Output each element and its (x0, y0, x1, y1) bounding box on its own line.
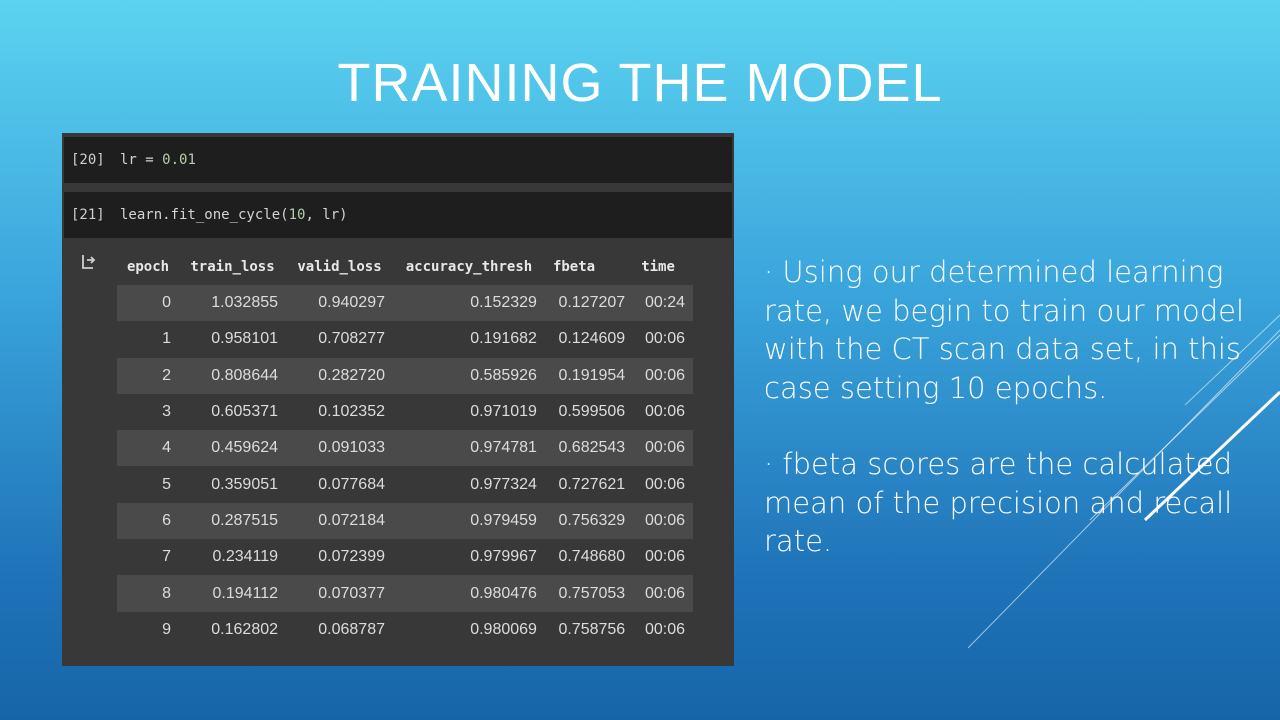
table-cell: 0.727621 (558, 475, 626, 493)
output-arrow-icon[interactable] (80, 253, 98, 271)
table-cell: 00:06 (644, 330, 685, 348)
table-cell: 0.708277 (318, 330, 385, 348)
table-cell: 00:06 (644, 403, 685, 421)
bullet-item: · fbeta scores are the calculated mean o… (764, 447, 1233, 558)
table-cell: 0.940297 (286, 285, 393, 322)
table-cell: 0.977324 (470, 475, 537, 493)
code-text: learn.fit_one_cycle( (120, 207, 289, 223)
table-cell: 9 (162, 620, 172, 638)
table-cell: 0.980069 (470, 620, 537, 638)
table-row: 3 0.605371 0.102352 0.971019 0.599506 00:06 (117, 394, 693, 430)
table-cell: 00:06 (644, 475, 685, 493)
table-row: 9 0.162802 0.068787 0.980069 0.758756 00:06 (117, 612, 693, 648)
table-cell: 8 (117, 575, 180, 612)
table-header-row: epoch train_loss valid_loss accuracy_thresh… (117, 248, 693, 285)
table-cell: 0.191954 (544, 357, 634, 394)
table-cell: 0.152329 (393, 285, 545, 322)
table-cell: 00:06 (633, 357, 693, 394)
table-row: 7 0.234119 0.072399 0.979967 0.748680 00:06 (117, 539, 693, 575)
table-cell: 0.979967 (470, 548, 537, 566)
table-cell: 00:06 (633, 575, 693, 612)
table-cell: 0.072184 (286, 502, 393, 540)
table-cell: 0.980476 (393, 575, 545, 612)
table-cell: 7 (162, 548, 172, 566)
table-cell: 6 (117, 502, 180, 540)
table-cell: 1 (162, 330, 172, 348)
table-cell: 0.748680 (558, 548, 626, 566)
table-cell: 0.757053 (544, 575, 634, 612)
table-cell: 00:24 (633, 285, 693, 322)
cell-code: lr = 0.01 (120, 137, 196, 183)
table-cell: 0.102352 (318, 403, 385, 421)
training-results-table: epoch train_loss valid_loss accuracy_thresh… (117, 248, 693, 648)
column-header: time (641, 258, 675, 275)
table-cell: 0.191682 (470, 330, 537, 348)
column-header: train_loss (190, 258, 275, 275)
notebook-screenshot: [20] lr = 0.01 [21] learn.fit_one_cycle(… (62, 133, 734, 666)
table-cell: 0.605371 (211, 403, 279, 421)
cell-prompt: [20] (71, 152, 105, 168)
code-cell-20[interactable]: [20] lr = 0.01 (64, 137, 732, 183)
column-header: epoch (126, 258, 170, 275)
table-cell: 3 (162, 403, 172, 421)
table-cell: 00:06 (644, 620, 685, 638)
table-cell: 0.974781 (393, 430, 545, 467)
table-cell: 0.682543 (544, 430, 634, 467)
table-row: 4 0.459624 0.091033 0.974781 0.682543 00:06 (117, 430, 693, 467)
table-cell: 0.068787 (318, 620, 385, 638)
table-cell: 4 (117, 430, 180, 467)
table-row: 0 1.032855 0.940297 0.152329 0.127207 00:24 (117, 285, 693, 322)
column-header: accuracy_thresh (405, 258, 533, 275)
table-cell: 0.758756 (558, 620, 626, 638)
table-row: 6 0.287515 0.072184 0.979459 0.756329 00:06 (117, 502, 693, 540)
table-cell: 0.979459 (393, 502, 545, 540)
table-cell: 0.808644 (179, 357, 287, 394)
table-cell: 0.072399 (318, 548, 385, 566)
table-cell: 0.971019 (470, 403, 537, 421)
table-cell: 0.585926 (393, 357, 545, 394)
code-number: 10 (288, 207, 306, 223)
table-cell: 00:06 (644, 548, 685, 566)
table-cell: 00:06 (633, 430, 693, 467)
table-cell: 1.032855 (179, 285, 287, 322)
table-cell: 0.194112 (179, 575, 287, 612)
table-cell: 0.127207 (544, 285, 634, 322)
column-header: fbeta (552, 258, 596, 275)
cell-prompt: [21] (71, 207, 105, 223)
table-row: 5 0.359051 0.077684 0.977324 0.727621 00:06 (117, 466, 693, 502)
table-cell: 0 (117, 285, 180, 322)
cell-code: learn.fit_one_cycle(10, lr) (120, 192, 348, 238)
code-text: , lr) (305, 207, 348, 223)
code-cell-21[interactable]: [21] learn.fit_one_cycle(10, lr) (64, 192, 732, 238)
table-cell: 0.359051 (211, 475, 279, 493)
table-cell: 0.282720 (286, 357, 393, 394)
table-cell: 0.599506 (558, 403, 626, 421)
table-cell: 0.077684 (318, 475, 385, 493)
table-row: 8 0.194112 0.070377 0.980476 0.757053 00:06 (117, 575, 693, 612)
table-cell: 2 (117, 357, 180, 394)
table-cell: 0.287515 (179, 502, 287, 540)
table-cell: 00:06 (633, 502, 693, 540)
table-cell: 0.091033 (286, 430, 393, 467)
table-row: 2 0.808644 0.282720 0.585926 0.191954 00:06 (117, 357, 693, 394)
table-cell: 0.459624 (179, 430, 287, 467)
code-text: lr = (120, 152, 163, 168)
bullet-item: · Using our determined learning rate, we… (764, 255, 1245, 405)
table-cell: 0.124609 (558, 330, 626, 348)
table-cell: 0.756329 (544, 502, 634, 540)
table-row: 1 0.958101 0.708277 0.191682 0.124609 00:06 (117, 321, 693, 357)
table-cell: 0.070377 (286, 575, 393, 612)
bullet-list: · Using our determined learning rate, we… (764, 253, 1264, 599)
table-cell: 5 (162, 475, 172, 493)
column-header: valid_loss (297, 258, 382, 275)
table-cell: 0.958101 (211, 330, 279, 348)
table-cell: 0.234119 (212, 548, 279, 566)
slide-title: TRAINING THE MODEL (337, 53, 943, 113)
table-cell: 0.162802 (211, 620, 279, 638)
code-number: 0.01 (162, 152, 196, 168)
